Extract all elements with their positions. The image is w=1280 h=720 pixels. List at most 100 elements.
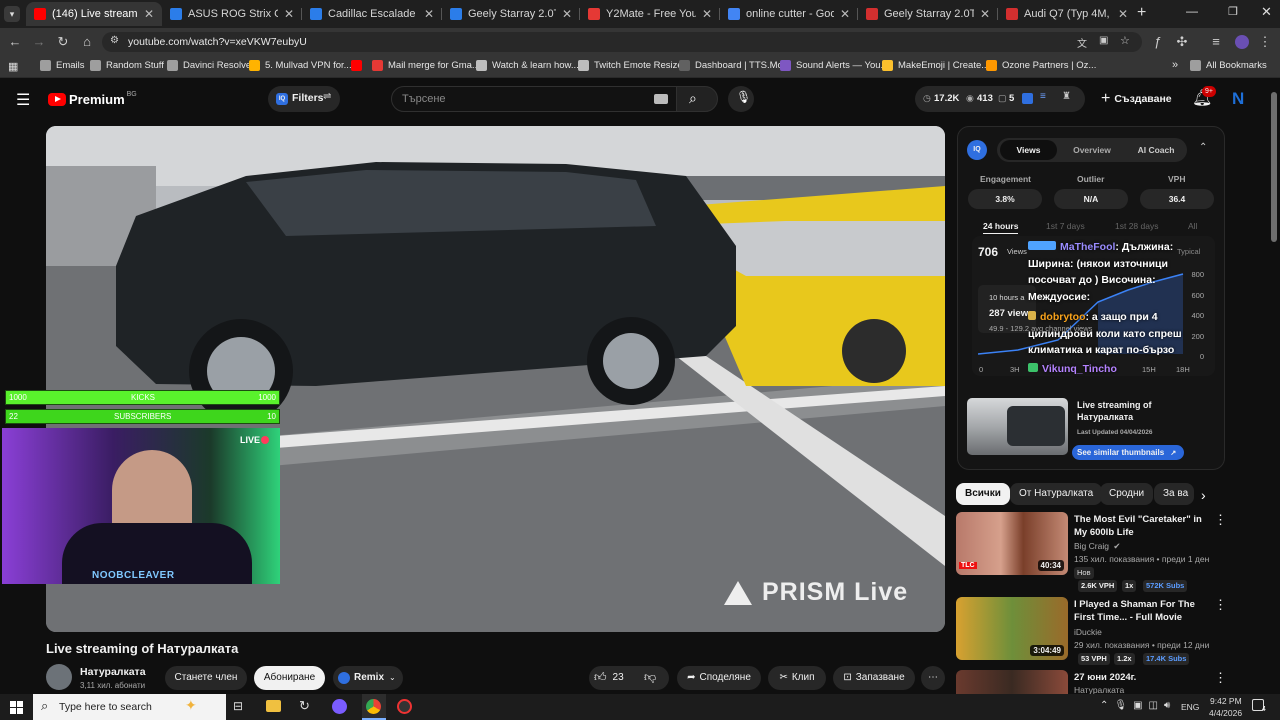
- guide-menu-icon[interactable]: ☰: [16, 90, 30, 110]
- join-button[interactable]: Станете член: [165, 666, 247, 690]
- browser-tab[interactable]: Y2Mate - Free YouTube D ✕: [580, 2, 720, 26]
- rec-title[interactable]: I Played a Shaman For The First Time... …: [1074, 598, 1210, 624]
- bookmark-item[interactable]: MakeEmoji | Create...: [882, 60, 989, 71]
- chip-all[interactable]: Всички: [956, 483, 1010, 505]
- media-icon[interactable]: ≡: [1208, 28, 1224, 56]
- bookmark-item[interactable]: [351, 60, 367, 71]
- all-bookmarks-button[interactable]: All Bookmarks: [1190, 60, 1267, 71]
- bookmark-item[interactable]: Random Stuff: [90, 60, 164, 71]
- rec-menu-icon[interactable]: ⋮: [1214, 670, 1227, 686]
- search-input[interactable]: Търсене: [391, 86, 677, 112]
- language-indicator[interactable]: ENG: [1181, 702, 1199, 712]
- keyboard-icon[interactable]: [654, 94, 668, 104]
- thumbnail-preview[interactable]: [967, 398, 1068, 455]
- rec-title[interactable]: 27 юни 2024г.: [1074, 671, 1208, 684]
- tab-close-icon[interactable]: ✕: [840, 7, 850, 21]
- taskbar-search[interactable]: ⌕ Type here to search ✦: [33, 694, 226, 720]
- app-icon[interactable]: ↻: [299, 698, 310, 714]
- browser-tab[interactable]: (146) Live streaming of Н... ✕: [26, 2, 162, 26]
- rec-channel[interactable]: iDuckie: [1074, 627, 1102, 637]
- tab-ai-coach[interactable]: AI Coach: [1128, 140, 1184, 160]
- tab-close-icon[interactable]: ✕: [1118, 7, 1128, 21]
- bookmark-item[interactable]: Twitch Emote Resizer: [578, 60, 686, 71]
- translate-icon[interactable]: 文: [1077, 35, 1087, 50]
- search-button[interactable]: ⌕: [676, 86, 718, 112]
- more-actions-button[interactable]: ⋯: [921, 666, 945, 690]
- range-1st-7-days[interactable]: 1st 7 days: [1046, 221, 1085, 231]
- forward-icon[interactable]: →: [30, 28, 48, 56]
- bookmarks-overflow-icon[interactable]: »: [1172, 59, 1178, 71]
- account-avatar[interactable]: N: [1232, 89, 1246, 109]
- bookmark-item[interactable]: Sound Alerts — You...: [780, 60, 888, 71]
- browser-tab[interactable]: Cadillac Escalade V-series ✕: [302, 2, 442, 26]
- browser-tab[interactable]: online cutter - Google Se ✕: [720, 2, 858, 26]
- collapse-panel-icon[interactable]: ⌃: [1199, 142, 1207, 153]
- tab-search-button[interactable]: ▾: [4, 6, 20, 22]
- clip-button[interactable]: ✂ Клип: [768, 666, 826, 690]
- restore-button[interactable]: ❐: [1228, 5, 1238, 18]
- chips-next-icon[interactable]: ›: [1201, 487, 1206, 503]
- extensions-puzzle-icon[interactable]: ✣: [1174, 28, 1190, 56]
- extension-icon[interactable]: ƒ: [1150, 28, 1166, 56]
- bookmark-item[interactable]: Dashboard | TTS.Mo...: [679, 60, 791, 71]
- tab-close-icon[interactable]: ✕: [980, 7, 990, 21]
- channel-name[interactable]: Натуралката: [80, 666, 146, 678]
- profile-avatar[interactable]: [1235, 35, 1249, 49]
- tab-close-icon[interactable]: ✕: [284, 7, 294, 21]
- tab-close-icon[interactable]: ✕: [562, 7, 572, 21]
- filters-button[interactable]: IQ Filters ⇌: [268, 86, 340, 112]
- see-similar-thumbnails-button[interactable]: See similar thumbnails ↗: [1072, 445, 1184, 460]
- install-icon[interactable]: ▣: [1099, 35, 1108, 46]
- bookmark-item[interactable]: Mail merge for Gma...: [372, 60, 480, 71]
- channel-avatar[interactable]: [46, 664, 72, 690]
- reload-icon[interactable]: ↻: [54, 28, 72, 56]
- rec-menu-icon[interactable]: ⋮: [1214, 512, 1227, 528]
- back-icon[interactable]: ←: [6, 28, 24, 56]
- remix-button[interactable]: Remix ⌄: [333, 666, 403, 690]
- range-all[interactable]: All: [1188, 221, 1197, 231]
- rec-menu-icon[interactable]: ⋮: [1214, 597, 1227, 613]
- bookmark-item[interactable]: 5. Mullvad VPN for...: [249, 60, 352, 71]
- site-info-icon[interactable]: ⚙: [110, 35, 119, 46]
- address-bar[interactable]: ⚙ youtube.com/watch?v=xeVKW7eubyU 文 ▣ ☆: [102, 32, 1142, 52]
- save-button[interactable]: ⊡ Запазване: [833, 666, 915, 690]
- like-button[interactable]: 👍︎ 23: [594, 670, 624, 685]
- browser-tab[interactable]: ASUS ROG Strix G16 G614 ✕: [162, 2, 302, 26]
- bookmark-item[interactable]: Emails: [40, 60, 85, 71]
- tab-overview[interactable]: Overview: [1064, 140, 1120, 160]
- close-window-button[interactable]: ✕: [1261, 4, 1272, 20]
- create-button[interactable]: + Създаване: [1101, 86, 1172, 112]
- notifications-button[interactable]: 🔔︎ 9+: [1192, 86, 1216, 108]
- rec-thumbnail[interactable]: 3:04:49: [956, 597, 1068, 660]
- browser-tab[interactable]: Audi Q7 (Typ 4M, facelift ✕: [998, 2, 1136, 26]
- bookmark-item[interactable]: Ozone Partners | Oz...: [986, 60, 1096, 71]
- subscribe-button[interactable]: Абониране: [254, 666, 325, 690]
- browser-tab[interactable]: Geely Starray 2.0T (238 H ✕: [858, 2, 998, 26]
- app-icon[interactable]: [332, 699, 347, 714]
- youtube-logo[interactable]: Premium BG: [48, 91, 137, 107]
- chip-related[interactable]: Сродни: [1100, 483, 1154, 505]
- clock-date[interactable]: 4/4/2026: [1209, 708, 1242, 718]
- tray-icons[interactable]: ⌃🎙︎▣◫🔊︎: [1100, 700, 1176, 711]
- page-scrollbar[interactable]: [1271, 92, 1277, 242]
- minimize-button[interactable]: —: [1186, 4, 1198, 18]
- chip-for-you[interactable]: За ва: [1154, 483, 1194, 505]
- browser-menu-icon[interactable]: ⋮: [1258, 28, 1272, 56]
- rec-thumbnail[interactable]: [956, 670, 1068, 694]
- rec-thumbnail[interactable]: TLC 40:34: [956, 512, 1068, 575]
- share-button[interactable]: ➦ Споделяне: [677, 666, 761, 690]
- chip-from-channel[interactable]: От Натуралката: [1010, 483, 1103, 505]
- clock-time[interactable]: 9:42 PM: [1210, 696, 1242, 706]
- dislike-button[interactable]: 👎︎: [644, 670, 656, 685]
- apps-grid-icon[interactable]: ▦: [8, 60, 18, 73]
- tab-close-icon[interactable]: ✕: [144, 7, 154, 21]
- bookmark-star-icon[interactable]: ☆: [1120, 34, 1130, 47]
- bookmark-item[interactable]: Davinci Resolve: [167, 60, 251, 71]
- browser-tab[interactable]: Geely Starray 2.0T AWD G ✕: [442, 2, 580, 26]
- tab-close-icon[interactable]: ✕: [702, 7, 712, 21]
- start-button[interactable]: [10, 701, 23, 714]
- rec-channel[interactable]: Big Craig ✔: [1074, 541, 1120, 552]
- chrome-icon[interactable]: [362, 694, 386, 720]
- home-icon[interactable]: ⌂: [78, 28, 96, 56]
- task-view-icon[interactable]: ⊟: [233, 699, 243, 713]
